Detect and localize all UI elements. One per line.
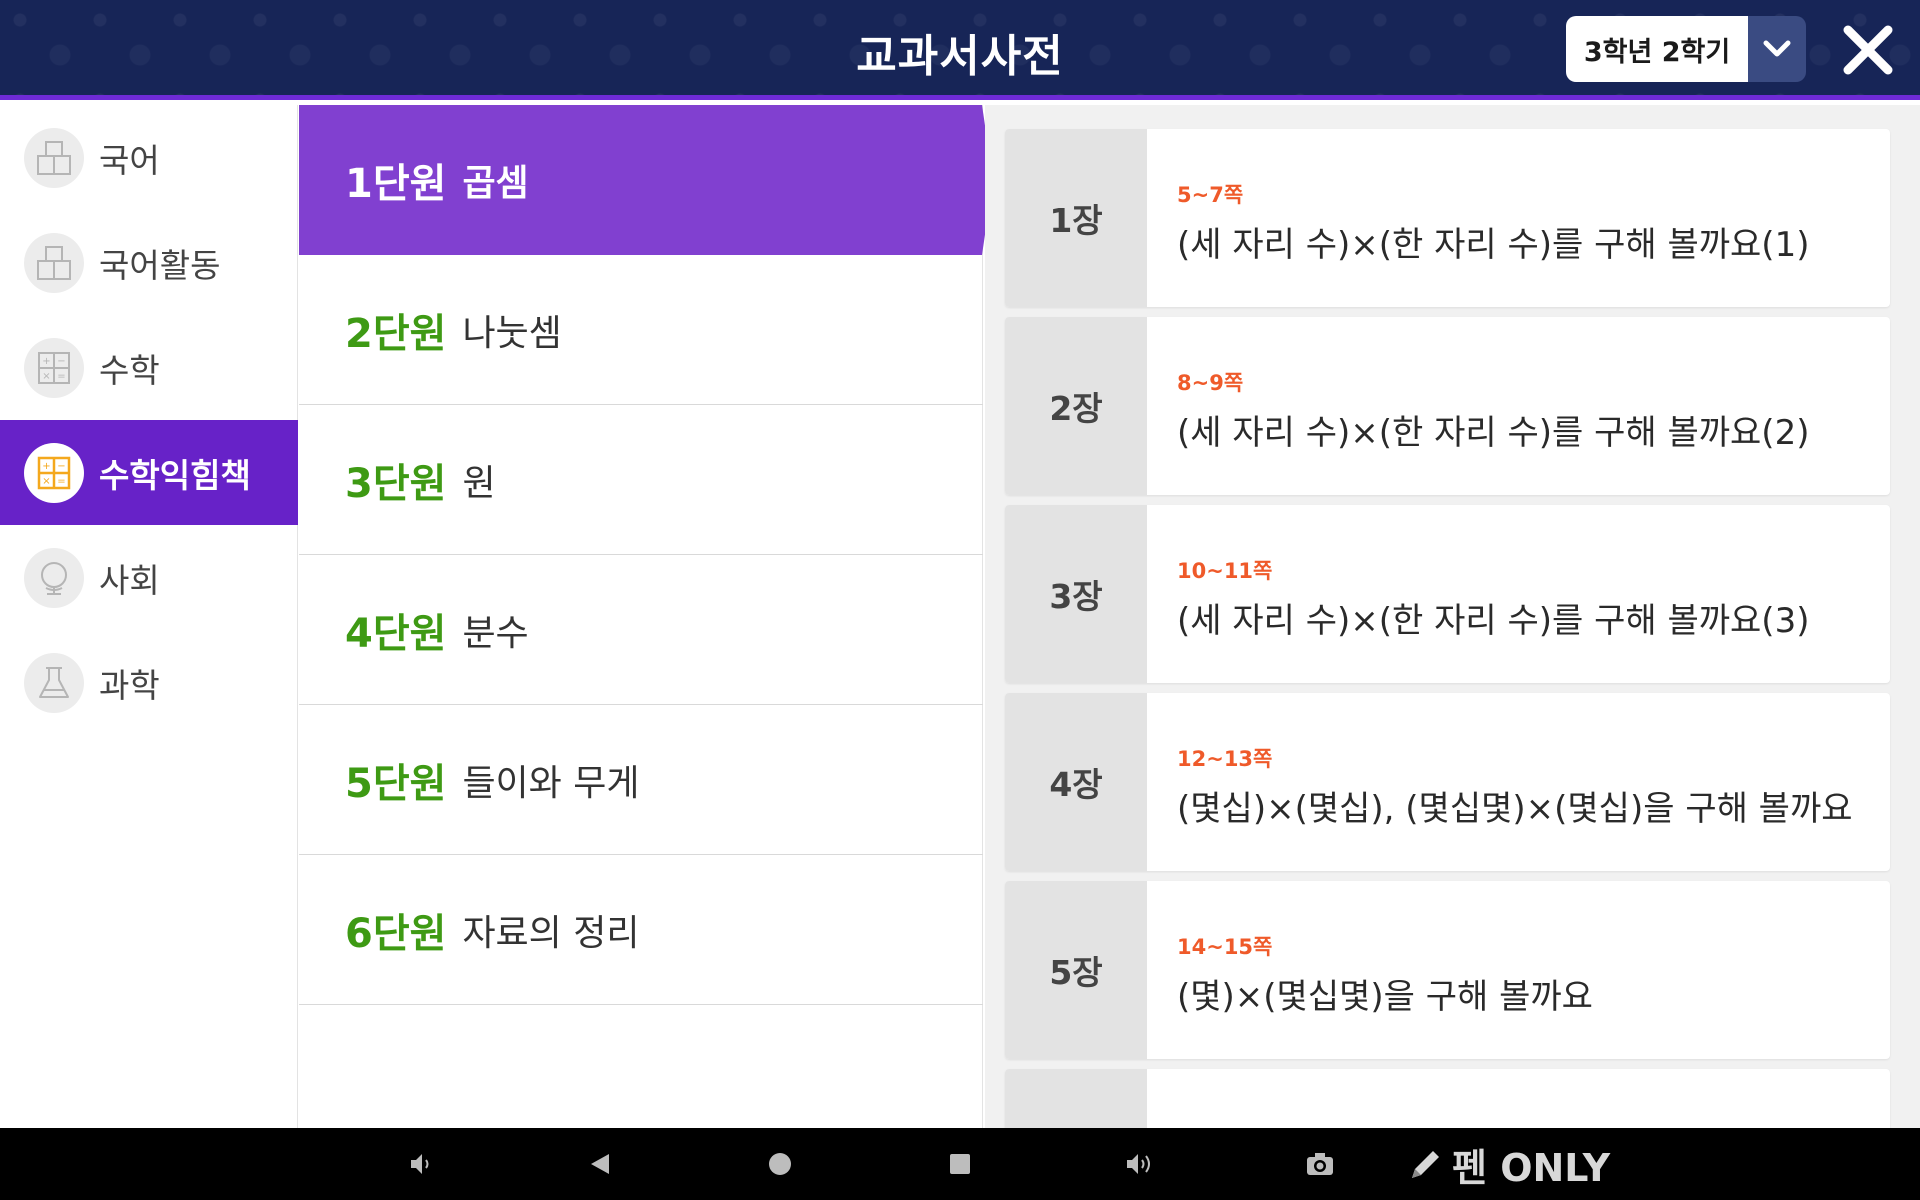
unit-item-5[interactable]: 5단원 들이와 무게	[299, 705, 983, 855]
unit-number: 5단원	[345, 760, 447, 807]
svg-text:−: −	[57, 356, 65, 367]
svg-text:×: ×	[42, 371, 50, 382]
unit-name: 들이와 무게	[462, 762, 640, 804]
subject-label: 국어	[99, 140, 160, 180]
app-header: 교과서사전 3학년 2학기	[0, 0, 1920, 100]
chapter-title: (세 자리 수)×(한 자리 수)를 구해 볼까요(3)	[1177, 601, 1810, 641]
chapter-card-3[interactable]: 3장 10~11쪽 (세 자리 수)×(한 자리 수)를 구해 볼까요(3)	[1005, 505, 1890, 683]
globe-icon	[24, 547, 84, 608]
chevron-down-icon[interactable]	[1748, 16, 1806, 82]
chapter-pages: 5~7쪽	[1177, 183, 1244, 207]
chapter-card-1[interactable]: 1장 5~7쪽 (세 자리 수)×(한 자리 수)를 구해 볼까요(1)	[1005, 129, 1890, 307]
svg-text:=: =	[57, 476, 65, 487]
unit-name: 곱셈	[462, 163, 529, 204]
subject-item-social[interactable]: 사회	[0, 525, 298, 630]
math-workbook-icon: + − × =	[24, 442, 84, 503]
recents-icon[interactable]	[940, 1146, 980, 1182]
korean-activity-icon	[24, 232, 84, 293]
svg-text:×: ×	[42, 476, 50, 487]
subject-label: 수학	[99, 350, 160, 390]
unit-number: 4단원	[345, 610, 447, 657]
chapter-number-partial	[1005, 1069, 1147, 1128]
korean-book-icon	[24, 127, 84, 188]
subject-label: 국어활동	[99, 245, 221, 285]
unit-number: 2단원	[345, 310, 447, 357]
grade-dropdown[interactable]: 3학년 2학기	[1566, 16, 1806, 82]
svg-text:=: =	[57, 371, 65, 382]
pen-only-label: 펜 ONLY	[1452, 1145, 1611, 1190]
volume-down-icon[interactable]	[400, 1146, 440, 1182]
subject-label: 수학익힘책	[99, 455, 251, 495]
unit-name: 원	[462, 462, 496, 504]
chapter-number: 5장	[1005, 881, 1147, 1059]
flask-icon	[24, 652, 84, 713]
chapter-card-2[interactable]: 2장 8~9쪽 (세 자리 수)×(한 자리 수)를 구해 볼까요(2)	[1005, 317, 1890, 495]
subject-item-science[interactable]: 과학	[0, 630, 298, 735]
unit-number: 6단원	[345, 910, 447, 957]
chapter-number: 1장	[1005, 129, 1147, 307]
unit-number: 1단원	[345, 161, 447, 207]
chapter-number: 3장	[1005, 505, 1147, 683]
chapter-title: (몇십)×(몇십), (몇십몇)×(몇십)을 구해 볼까요	[1177, 789, 1853, 829]
chapter-pages: 12~13쪽	[1177, 747, 1273, 771]
chapter-pages: 14~15쪽	[1177, 935, 1273, 959]
subject-item-korean[interactable]: 국어	[0, 105, 298, 210]
camera-icon[interactable]	[1300, 1146, 1340, 1182]
chapter-pages: 8~9쪽	[1177, 371, 1244, 395]
chapter-number: 4장	[1005, 693, 1147, 871]
chapter-pages: 10~11쪽	[1177, 559, 1273, 583]
unit-item-2[interactable]: 2단원 나눗셈	[299, 255, 983, 405]
chapter-card-4[interactable]: 4장 12~13쪽 (몇십)×(몇십), (몇십몇)×(몇십)을 구해 볼까요	[1005, 693, 1890, 871]
subject-sidebar: 국어 국어활동 + − × = 수학 + − × = 수학익힘책 사회 과학	[0, 105, 298, 1128]
unit-item-4[interactable]: 4단원 분수	[299, 555, 983, 705]
chapter-list: 1장 5~7쪽 (세 자리 수)×(한 자리 수)를 구해 볼까요(1) 2장 …	[985, 105, 1920, 1128]
chapter-card-5[interactable]: 5장 14~15쪽 (몇)×(몇십몇)을 구해 볼까요	[1005, 881, 1890, 1059]
unit-item-3[interactable]: 3단원 원	[299, 405, 983, 555]
subject-item-korean-activity[interactable]: 국어활동	[0, 210, 298, 315]
svg-text:+: +	[42, 356, 50, 367]
svg-text:+: +	[42, 461, 50, 472]
unit-name: 분수	[462, 612, 529, 654]
unit-item-6[interactable]: 6단원 자료의 정리	[299, 855, 983, 1005]
math-grid-icon: + − × =	[24, 337, 84, 398]
unit-list: 1단원 곱셈 2단원 나눗셈 3단원 원 4단원 분수 5단원 들이와 무게 6…	[299, 105, 993, 1128]
back-icon[interactable]	[580, 1146, 620, 1182]
chapter-title: (몇)×(몇십몇)을 구해 볼까요	[1177, 977, 1593, 1017]
unit-name: 자료의 정리	[462, 912, 640, 954]
chapter-title: (세 자리 수)×(한 자리 수)를 구해 볼까요(2)	[1177, 413, 1810, 453]
system-navigation-bar: 펜 ONLY	[0, 1128, 1920, 1200]
chapter-card-partial[interactable]	[1005, 1069, 1890, 1128]
unit-item-1[interactable]: 1단원 곱셈	[299, 105, 993, 255]
subject-label: 과학	[99, 665, 160, 705]
unit-name: 나눗셈	[462, 312, 562, 354]
chapter-number: 2장	[1005, 317, 1147, 495]
pen-only-toggle[interactable]: 펜 ONLY	[1406, 1140, 1610, 1190]
home-icon[interactable]	[760, 1146, 800, 1182]
pen-icon	[1412, 1151, 1439, 1178]
volume-up-icon[interactable]	[1120, 1146, 1160, 1182]
subject-item-math-workbook[interactable]: + − × = 수학익힘책	[0, 420, 298, 525]
close-icon[interactable]	[1836, 18, 1900, 82]
svg-text:−: −	[57, 461, 65, 472]
unit-number: 3단원	[345, 460, 447, 507]
chapter-title: (세 자리 수)×(한 자리 수)를 구해 볼까요(1)	[1177, 225, 1810, 265]
subject-label: 사회	[99, 560, 160, 600]
subject-item-math[interactable]: + − × = 수학	[0, 315, 298, 420]
grade-selected-value: 3학년 2학기	[1566, 16, 1748, 82]
